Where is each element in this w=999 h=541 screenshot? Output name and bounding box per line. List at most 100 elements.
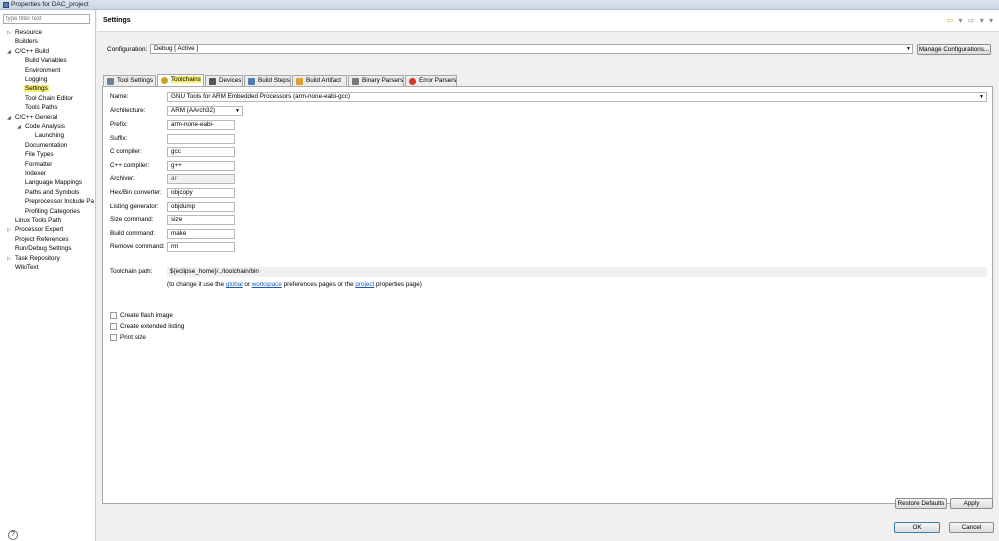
tree-item[interactable]: WikiText [7,263,39,272]
tree-item[interactable]: Build Variables [17,56,68,65]
tree-item-label: Tools Paths [25,104,58,112]
tree-item[interactable]: Run/Debug Settings [7,244,72,253]
toolchain-name-value: GNU Tools for ARM Embedded Processors (a… [171,93,351,100]
tab-build-artifact[interactable]: Build Artifact [292,75,347,86]
tab-label: Build Artifact [306,77,341,84]
back-menu-chevron-icon[interactable]: ▾ [959,16,963,25]
tree-item[interactable]: Logging [17,75,48,84]
tab-devices[interactable]: Devices [205,75,243,86]
tree-item[interactable]: ◢ C/C++ Build [7,47,50,56]
toolchain-path-field: ${eclipse_home}/../toolchain/bin [167,267,987,277]
tree-item[interactable]: Launching [27,131,65,140]
checkbox[interactable]: Create extended listing [110,323,184,331]
tree-item[interactable]: Language Mappings [17,178,83,187]
tree-item[interactable]: ▷ Processor Expert [7,225,64,234]
checkbox[interactable]: Create flash image [110,312,173,320]
tree-item[interactable]: Settings [17,84,49,93]
tab-error-parsers[interactable]: Error Parsers [405,75,457,86]
field-input[interactable]: objcopy [167,188,235,198]
tree-item[interactable]: Project References [7,235,70,244]
tree-item-label: Task Repository [15,254,60,262]
back-arrow-icon[interactable]: ⇦ [947,16,954,25]
cancel-button[interactable]: Cancel [949,522,994,533]
configuration-value: Debug [ Active ] [154,45,199,52]
forward-arrow-icon[interactable]: ⇨ [968,16,975,25]
tab-binary-parsers[interactable]: Binary Parsers [348,75,404,86]
checkbox-box[interactable] [110,323,117,330]
expand-toggle-icon[interactable]: ◢ [17,123,24,132]
workspace-preferences-link[interactable]: workspace [252,281,282,288]
field-input[interactable]: gcc [167,147,235,158]
tree-item[interactable]: Preprocessor Include Pa [17,197,95,206]
tree-item[interactable]: Documentation [17,141,68,150]
field-input[interactable]: objdump [167,201,235,212]
tree-item[interactable]: ▷ Task Repository [7,254,61,263]
tree-item-label: Preprocessor Include Pa [25,198,94,206]
tree-item[interactable]: Formatter [17,160,53,169]
tree-item[interactable]: Paths and Symbols [17,188,80,197]
architecture-label: Architecture: [110,107,146,114]
tree-item[interactable]: ◢ C/C++ General [7,113,58,122]
view-menu-chevron-icon[interactable]: ▾ [989,16,993,25]
configuration-select[interactable]: Debug [ Active ] ▼ [150,44,913,54]
tree-item-label: Settings [24,85,49,93]
note-text-mid: preferences pages or the [281,281,356,288]
ok-button[interactable]: OK [894,522,940,533]
tree-item[interactable]: Builders [7,37,39,46]
help-icon[interactable]: ? [8,530,18,540]
field-label: Remove command: [110,243,165,251]
filter-input[interactable] [3,14,90,24]
expand-toggle-icon[interactable]: ◢ [7,48,14,57]
field-label: Build command: [110,229,156,237]
toolchain-icon [161,77,168,84]
global-preferences-link[interactable]: global [226,281,243,288]
tree-item[interactable]: Linux Tools Path [7,216,62,225]
tree-item[interactable]: Profiling Categories [17,207,81,216]
tab-toolchains[interactable]: Toolchains [157,74,204,86]
tab-label: Devices [219,77,242,84]
tree-item-label: Paths and Symbols [25,188,80,196]
settings-page: Settings ⇦ ▾ ⇨ ▾ ▾ Configuration: Debug … [97,10,999,541]
tree-item-label: Builders [15,38,38,46]
left-navigation-pane: ▷ResourceBuilders◢C/C++ BuildBuild Varia… [0,10,96,541]
field-input[interactable]: g++ [167,160,235,171]
restore-defaults-button[interactable]: Restore Defaults [895,498,947,509]
dropdown-arrow-icon: ▼ [906,46,911,52]
tree-item-label: Processor Expert [15,226,64,234]
manage-configurations-button[interactable]: Manage Configurations... [917,44,991,55]
tree-item[interactable]: ◢ Code Analysis [17,122,66,131]
checkbox-box[interactable] [110,312,117,319]
architecture-select[interactable]: ARM (AArch32) ▼ [167,106,243,116]
field-input[interactable]: size [167,215,235,226]
field-input[interactable]: arm-none-eabi- [167,120,235,130]
configuration-label: Configuration: [107,46,148,53]
tree-item-label: Run/Debug Settings [15,245,72,253]
tool-settings-icon [107,78,114,85]
tree-item[interactable]: Tools Paths [17,103,59,112]
tree-item[interactable]: Environment [17,66,61,75]
field-input[interactable]: make [167,228,235,239]
toolchain-name-select[interactable]: GNU Tools for ARM Embedded Processors (a… [167,92,987,102]
tree-item[interactable]: Indexer [17,169,47,178]
project-properties-link[interactable]: project [355,281,374,288]
expand-toggle-icon[interactable]: ◢ [7,114,14,123]
tree-item[interactable]: ▷ Resource [7,28,43,37]
forward-menu-chevron-icon[interactable]: ▾ [980,16,984,25]
page-title: Settings [103,17,131,24]
checkbox-box[interactable] [110,334,117,341]
window-title: Properties for DAC_project [11,1,89,8]
tree-item-label: Launching [35,132,65,140]
field-label: Size command: [110,216,154,224]
tree-item[interactable]: File Types [17,150,55,159]
tree-item[interactable]: Tool Chain Editor [17,94,74,103]
tab-label: Binary Parsers [362,77,404,84]
field-input[interactable] [167,133,235,144]
tree-item-label: C/C++ General [15,113,58,121]
tab-build-steps[interactable]: Build Steps [244,75,291,86]
dropdown-arrow-icon: ▼ [235,108,240,114]
field-input[interactable]: rm [167,242,235,253]
checkbox[interactable]: Print size [110,334,146,342]
tree-item-label: Language Mappings [25,179,83,187]
apply-button[interactable]: Apply [950,498,993,509]
tab-tool-settings[interactable]: Tool Settings [103,75,156,86]
